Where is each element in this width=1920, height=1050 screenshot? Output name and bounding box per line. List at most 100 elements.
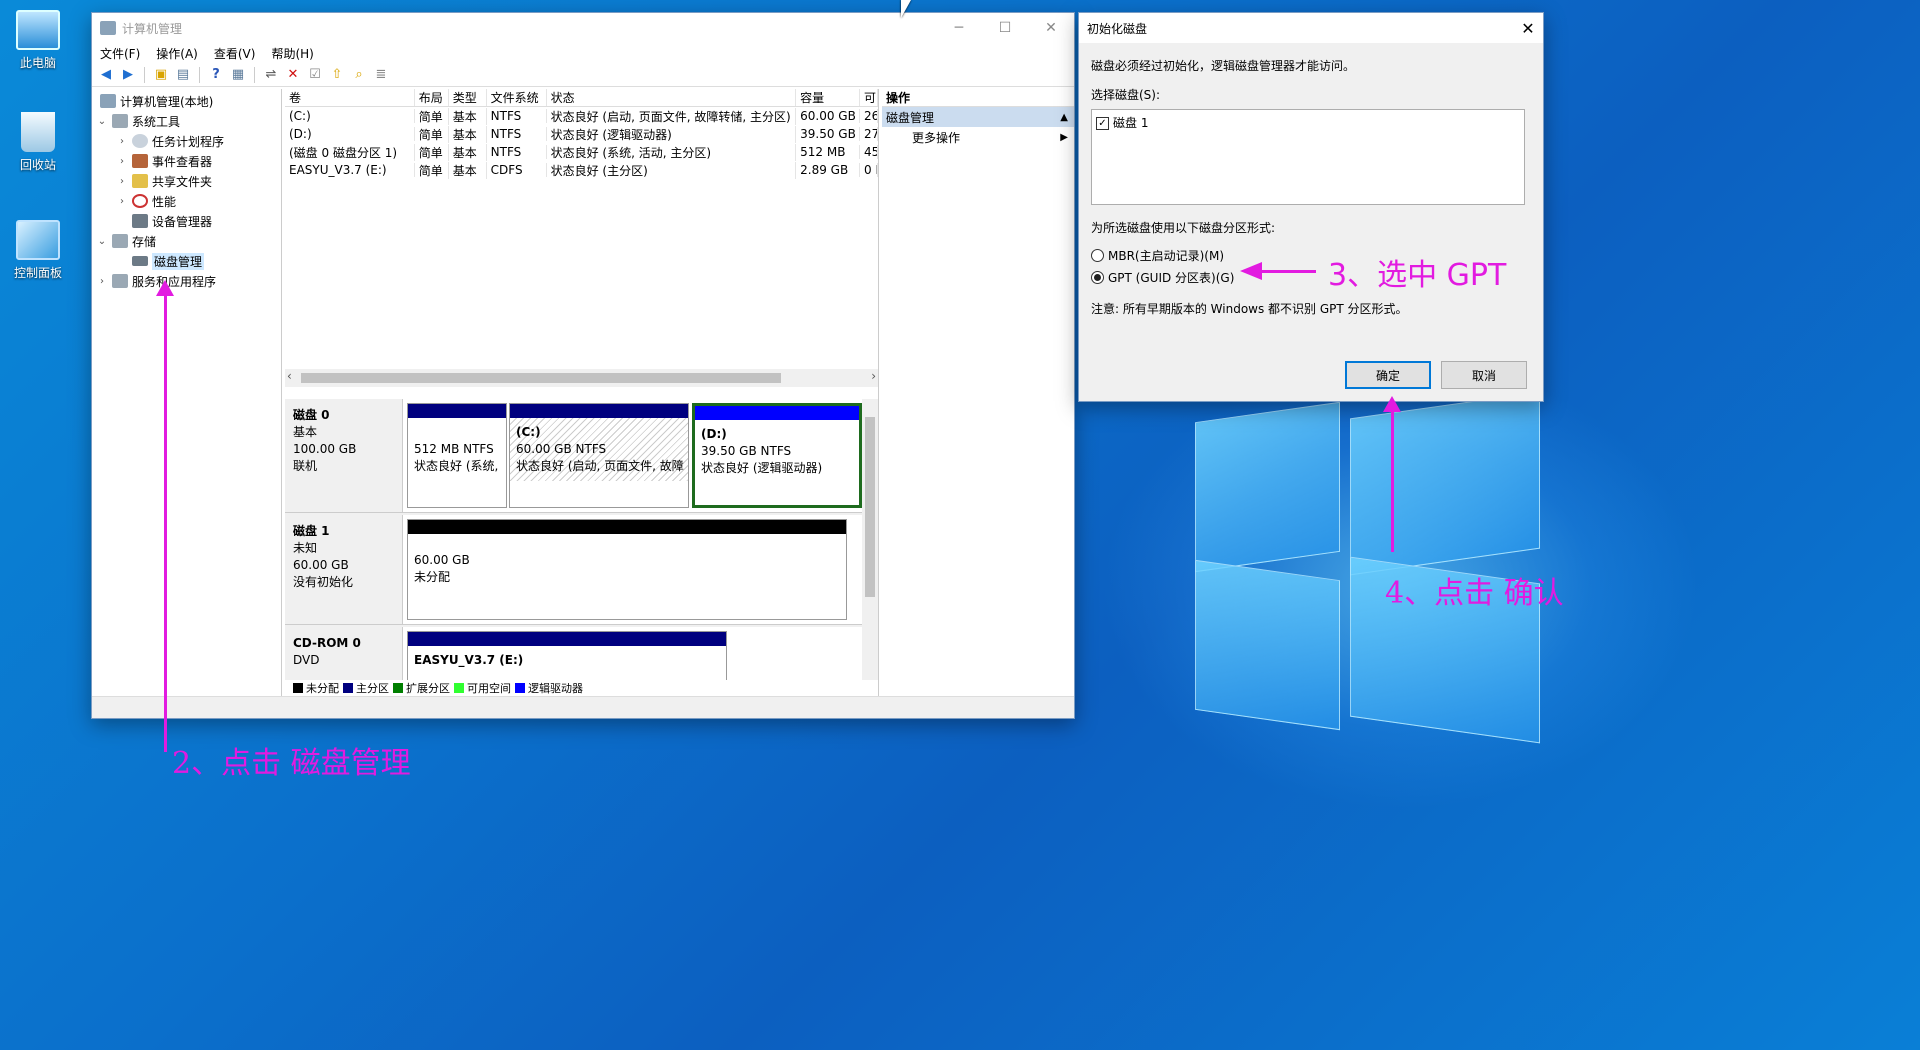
checklist-icon[interactable]: ☑ bbox=[305, 65, 325, 85]
mbr-label[interactable]: MBR(主启动记录)(M) bbox=[1108, 247, 1224, 264]
maximize-button[interactable]: ☐ bbox=[982, 13, 1028, 43]
gpt-label[interactable]: GPT (GUID 分区表)(G) bbox=[1108, 269, 1234, 286]
column-header-layout[interactable]: 布局 bbox=[415, 89, 449, 106]
disk-list[interactable]: ✓ 磁盘 1 bbox=[1091, 109, 1525, 205]
vertical-scrollbar[interactable] bbox=[862, 399, 878, 680]
tree-item-disk-management[interactable]: 磁盘管理 bbox=[92, 251, 281, 271]
disk-1-checkbox[interactable]: ✓ bbox=[1096, 117, 1109, 130]
table-row[interactable]: EASYU_V3.7 (E:) 简单 基本 CDFS 状态良好 (主分区) 2.… bbox=[285, 161, 879, 179]
menu-view[interactable]: 查看(V) bbox=[214, 45, 256, 62]
desktop-icon-control-panel[interactable]: 控制面板 bbox=[0, 220, 76, 281]
mbr-radio[interactable] bbox=[1091, 248, 1104, 262]
column-header-volume[interactable]: 卷 bbox=[285, 89, 415, 106]
table-cell: 45 bbox=[860, 145, 879, 159]
disk-type: 基本 bbox=[293, 425, 318, 439]
horizontal-scrollbar[interactable]: ‹ › bbox=[285, 369, 878, 387]
table-cell: NTFS bbox=[487, 109, 547, 123]
table-cell: 512 MB bbox=[796, 145, 861, 159]
partition-unallocated[interactable]: 60.00 GB 未分配 bbox=[407, 519, 847, 620]
settings-list-icon[interactable]: ≣ bbox=[371, 65, 391, 85]
column-header-capacity[interactable]: 容量 bbox=[796, 89, 861, 106]
chevron-right-icon[interactable]: › bbox=[116, 176, 128, 187]
partition-status: 状态良好 (启动, 页面文件, 故障 bbox=[516, 459, 684, 473]
column-header-free[interactable]: 可 bbox=[860, 89, 879, 106]
tree-item-root[interactable]: 计算机管理(本地) bbox=[92, 91, 281, 111]
show-hide-tree-icon[interactable]: ▤ bbox=[173, 65, 193, 85]
column-header-filesystem[interactable]: 文件系统 bbox=[487, 89, 547, 106]
actions-header: 操作 bbox=[882, 89, 1074, 107]
column-header-status[interactable]: 状态 bbox=[547, 89, 797, 106]
minimize-button[interactable]: ─ bbox=[936, 13, 982, 43]
scrollbar-thumb[interactable] bbox=[865, 417, 875, 597]
properties-icon[interactable]: ▦ bbox=[228, 65, 248, 85]
table-cell: 39.50 GB bbox=[796, 127, 861, 141]
disk-list-item[interactable]: 磁盘 1 bbox=[1113, 116, 1148, 130]
tree-item-task-scheduler[interactable]: › 任务计划程序 bbox=[92, 131, 281, 151]
help-icon[interactable]: ? bbox=[206, 65, 226, 85]
disk-1-row[interactable]: 磁盘 1 未知 60.00 GB 没有初始化 60.00 GB 未分配 bbox=[285, 515, 862, 625]
clock-icon bbox=[132, 134, 148, 148]
chevron-right-icon[interactable]: › bbox=[116, 196, 128, 207]
tree-item-system-tools[interactable]: ⌄ 系统工具 bbox=[92, 111, 281, 131]
search-folder-icon[interactable]: ⌕ bbox=[349, 65, 369, 85]
cdrom-0-info[interactable]: CD-ROM 0 DVD bbox=[285, 627, 403, 680]
menu-action[interactable]: 操作(A) bbox=[156, 45, 198, 62]
chevron-right-icon[interactable]: › bbox=[116, 156, 128, 167]
back-arrow-icon[interactable]: ◀ bbox=[96, 65, 116, 85]
chevron-right-icon[interactable]: › bbox=[96, 276, 108, 287]
dialog-titlebar[interactable]: 初始化磁盘 ✕ bbox=[1079, 13, 1543, 43]
annotation-step4: 4、点击 确认 bbox=[1385, 576, 1564, 611]
actions-section-disk-management[interactable]: 磁盘管理 ▲ bbox=[882, 107, 1074, 127]
tree-item-device-manager[interactable]: 设备管理器 bbox=[92, 211, 281, 231]
close-button[interactable]: ✕ bbox=[1028, 13, 1074, 43]
forward-arrow-icon[interactable]: ▶ bbox=[118, 65, 138, 85]
delete-icon[interactable]: ✕ bbox=[283, 65, 303, 85]
partition-c[interactable]: (C:) 60.00 GB NTFS 状态良好 (启动, 页面文件, 故障 bbox=[509, 403, 689, 508]
disk-0-row[interactable]: 磁盘 0 基本 100.00 GB 联机 512 MB NTFS 状态良好 (系… bbox=[285, 399, 862, 513]
partition-system[interactable]: 512 MB NTFS 状态良好 (系统, bbox=[407, 403, 507, 508]
table-cell: (C:) bbox=[285, 109, 415, 123]
more-actions-item[interactable]: 更多操作 ▶ bbox=[882, 127, 1074, 147]
cancel-button[interactable]: 取消 bbox=[1441, 361, 1527, 389]
table-row[interactable]: (磁盘 0 磁盘分区 1) 简单 基本 NTFS 状态良好 (系统, 活动, 主… bbox=[285, 143, 879, 161]
scroll-right-icon[interactable]: › bbox=[871, 369, 876, 383]
chevron-right-icon[interactable]: › bbox=[116, 136, 128, 147]
chevron-down-icon[interactable]: ⌄ bbox=[96, 116, 108, 127]
scroll-left-icon[interactable]: ‹ bbox=[287, 369, 292, 383]
desktop-icon-recycle-bin[interactable]: 回收站 bbox=[0, 112, 76, 173]
disk-graphical-view: 磁盘 0 基本 100.00 GB 联机 512 MB NTFS 状态良好 (系… bbox=[285, 399, 878, 680]
menu-help[interactable]: 帮助(H) bbox=[271, 45, 313, 62]
menu-file[interactable]: 文件(F) bbox=[100, 45, 140, 62]
chevron-down-icon[interactable]: ⌄ bbox=[96, 236, 108, 247]
column-header-type[interactable]: 类型 bbox=[449, 89, 487, 106]
desktop-icon-this-pc[interactable]: 此电脑 bbox=[0, 10, 76, 71]
partition-bar bbox=[510, 404, 688, 418]
tree-item-storage[interactable]: ⌄ 存储 bbox=[92, 231, 281, 251]
tree-item-performance[interactable]: › 性能 bbox=[92, 191, 281, 211]
connect-icon[interactable]: ⇌ bbox=[261, 65, 281, 85]
tree-item-services-apps[interactable]: › 服务和应用程序 bbox=[92, 271, 281, 291]
tree-item-event-viewer[interactable]: › 事件查看器 bbox=[92, 151, 281, 171]
dialog-message: 磁盘必须经过初始化，逻辑磁盘管理器才能访问。 bbox=[1091, 59, 1356, 73]
dialog-close-button[interactable]: ✕ bbox=[1513, 19, 1543, 38]
up-folder-icon[interactable]: ▣ bbox=[151, 65, 171, 85]
ok-button[interactable]: 确定 bbox=[1345, 361, 1431, 389]
table-cell: EASYU_V3.7 (E:) bbox=[285, 163, 415, 177]
cdrom-0-row[interactable]: CD-ROM 0 DVD EASYU_V3.7 (E:) bbox=[285, 627, 862, 680]
disk-1-info[interactable]: 磁盘 1 未知 60.00 GB 没有初始化 bbox=[285, 515, 403, 624]
table-row[interactable]: (D:) 简单 基本 NTFS 状态良好 (逻辑驱动器) 39.50 GB 27 bbox=[285, 125, 879, 143]
table-row[interactable]: (C:) 简单 基本 NTFS 状态良好 (启动, 页面文件, 故障转储, 主分… bbox=[285, 107, 879, 125]
disk-0-info[interactable]: 磁盘 0 基本 100.00 GB 联机 bbox=[285, 399, 403, 512]
partition-cdrom[interactable]: EASYU_V3.7 (E:) bbox=[407, 631, 727, 680]
toolbar-separator bbox=[199, 66, 200, 83]
window-title: 计算机管理 bbox=[122, 21, 183, 36]
gpt-radio[interactable] bbox=[1091, 270, 1104, 284]
collapse-arrow-icon[interactable]: ▲ bbox=[1060, 112, 1068, 123]
computer-icon bbox=[16, 10, 60, 50]
partition-d[interactable]: (D:) 39.50 GB NTFS 状态良好 (逻辑驱动器) bbox=[692, 403, 862, 508]
performance-icon bbox=[132, 194, 148, 208]
window-titlebar[interactable]: 计算机管理 ─ ☐ ✕ bbox=[92, 13, 1074, 43]
tree-item-shared-folders[interactable]: › 共享文件夹 bbox=[92, 171, 281, 191]
scrollbar-thumb[interactable] bbox=[301, 373, 781, 383]
export-icon[interactable]: ⇧ bbox=[327, 65, 347, 85]
